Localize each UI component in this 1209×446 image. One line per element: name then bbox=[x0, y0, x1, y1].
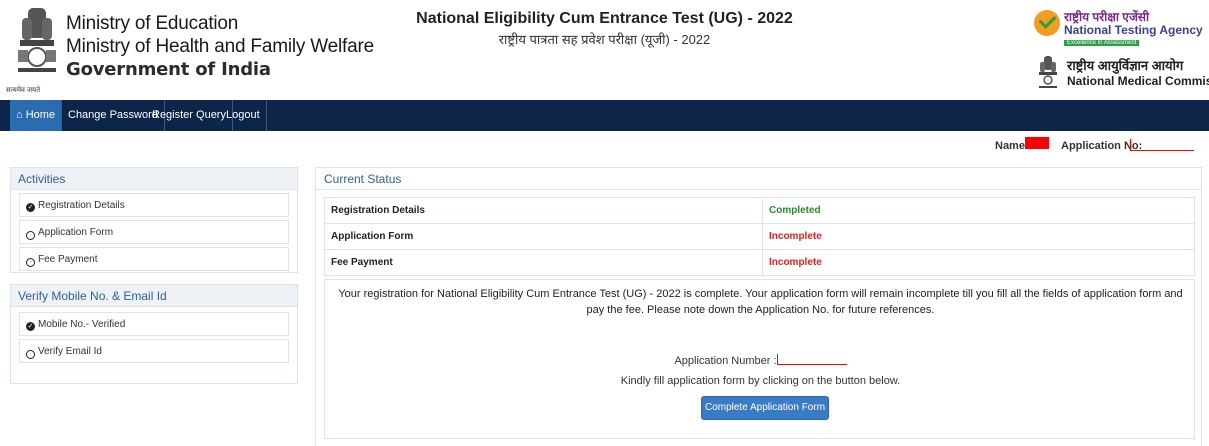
activity-label: Registration Details bbox=[38, 200, 125, 211]
ministry-education: Ministry of Education bbox=[66, 13, 239, 34]
table-row: Application Form Incomplete bbox=[324, 223, 1195, 250]
status-label: Application Form bbox=[324, 223, 763, 250]
status-value: Completed bbox=[762, 197, 1195, 224]
status-value: Incomplete bbox=[762, 249, 1195, 276]
national-emblem-icon bbox=[18, 8, 56, 72]
verify-label: Verify Email Id bbox=[38, 346, 102, 357]
name-label: Name: bbox=[995, 140, 1029, 152]
verify-label: Mobile No.- Verified bbox=[38, 319, 126, 330]
nta-name-english: National Testing Agency bbox=[1064, 23, 1203, 37]
nmc-emblem-icon bbox=[1039, 56, 1057, 88]
table-row: Registration Details Completed bbox=[324, 197, 1195, 224]
emblem-motto: सत्यमेव जयते bbox=[6, 87, 41, 94]
table-row: Fee Payment Incomplete bbox=[324, 249, 1195, 276]
nmc-name-english: National Medical Commission bbox=[1067, 74, 1209, 88]
instruction-text: Kindly fill application form by clicking… bbox=[620, 375, 901, 387]
activity-label: Application Form bbox=[38, 227, 114, 238]
verify-mobile[interactable]: ✓ Mobile No.- Verified bbox=[19, 312, 289, 336]
check-circle-icon: ✓ bbox=[26, 322, 35, 331]
ministry-health: Ministry of Health and Family Welfare bbox=[66, 36, 374, 57]
name-value-redacted bbox=[1025, 137, 1049, 149]
complete-application-form-button[interactable]: Complete Application Form bbox=[701, 396, 829, 420]
nta-tagline: Excellence in Assessment bbox=[1064, 40, 1140, 46]
current-status-panel: Current Status Registration Details Comp… bbox=[315, 167, 1202, 446]
nav-logout[interactable]: Logout bbox=[220, 100, 267, 131]
nmc-logo: राष्ट्रीय आयुर्विज्ञान आयोग National Med… bbox=[1034, 54, 1209, 94]
application-number-label: Application Number : bbox=[674, 355, 777, 367]
status-value: Incomplete bbox=[762, 223, 1195, 250]
site-header: सत्यमेव जयते Ministry of Education Minis… bbox=[0, 0, 1209, 100]
status-label: Fee Payment bbox=[324, 249, 763, 276]
application-number-redacted bbox=[776, 354, 847, 365]
current-status-title: Current Status bbox=[316, 168, 1201, 190]
activities-title: Activities bbox=[11, 168, 297, 190]
government-of-india: Government of India bbox=[66, 59, 271, 80]
registration-message: Your registration for National Eligibili… bbox=[338, 288, 1183, 316]
clock-icon: · bbox=[26, 258, 35, 267]
application-number-row: Application Number : bbox=[325, 354, 1196, 367]
activity-label: Fee Payment bbox=[38, 254, 98, 265]
ministry-titles: Ministry of Education Ministry of Health… bbox=[66, 12, 374, 81]
nmc-name-hindi: राष्ट्रीय आयुर्विज्ञान आयोग bbox=[1067, 58, 1184, 73]
check-circle-icon: ✓ bbox=[26, 203, 35, 212]
nav-home-label: Home bbox=[25, 109, 56, 121]
status-label: Registration Details bbox=[324, 197, 763, 224]
verify-title: Verify Mobile No. & Email Id bbox=[11, 285, 297, 307]
application-no-redacted bbox=[1130, 139, 1194, 151]
clock-icon: · bbox=[26, 231, 35, 240]
activity-fee-payment[interactable]: · Fee Payment bbox=[19, 247, 289, 271]
nta-checkmark-icon bbox=[1034, 10, 1060, 36]
status-message-box: Your registration for National Eligibili… bbox=[324, 279, 1195, 439]
verify-panel: Verify Mobile No. & Email Id ✓ Mobile No.… bbox=[10, 284, 298, 384]
nav-home[interactable]: ⌂ Home bbox=[10, 100, 63, 131]
verify-email[interactable]: · Verify Email Id bbox=[19, 339, 289, 363]
home-icon: ⌂ bbox=[16, 109, 23, 121]
main-navbar: ⌂ Home Change Password Register Query Lo… bbox=[0, 100, 1209, 131]
clock-icon: · bbox=[26, 350, 35, 359]
activity-application-form[interactable]: · Application Form bbox=[19, 220, 289, 244]
activities-panel: Activities ✓ Registration Details · Applic… bbox=[10, 167, 298, 273]
status-table: Registration Details Completed Applicati… bbox=[324, 197, 1195, 276]
nta-logo: राष्ट्रीय परीक्षा एजेंसी National Testin… bbox=[1034, 8, 1209, 48]
activity-registration-details[interactable]: ✓ Registration Details bbox=[19, 193, 289, 217]
